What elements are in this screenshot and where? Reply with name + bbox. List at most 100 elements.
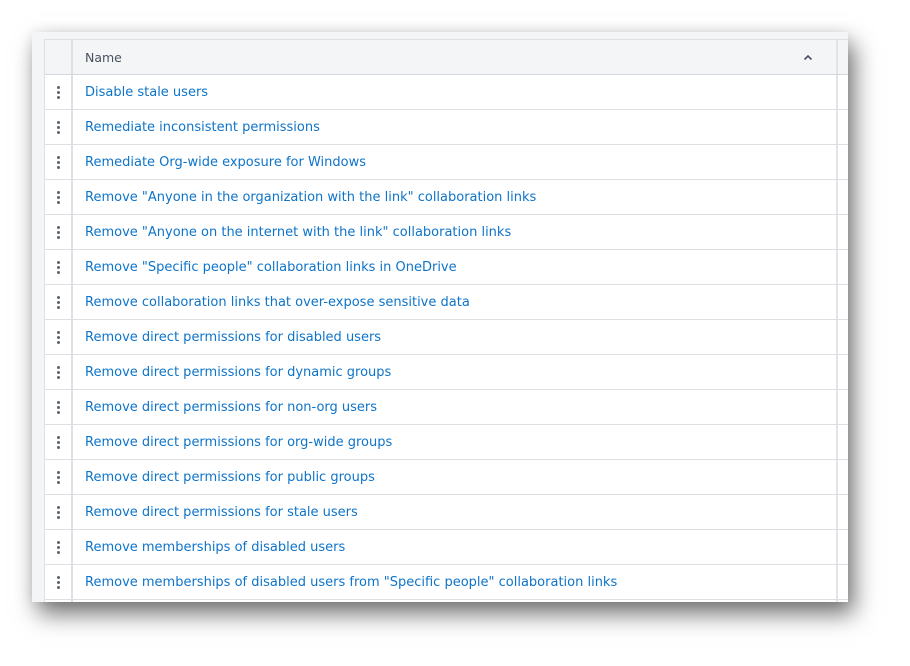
kebab-menu-icon bbox=[56, 260, 60, 274]
row-menu-button[interactable] bbox=[45, 250, 73, 284]
table-row: Remove direct permissions for dynamic gr… bbox=[45, 355, 848, 390]
policies-table: Name Disable stale users Remediate incons… bbox=[44, 39, 848, 602]
row-menu-button[interactable] bbox=[45, 390, 73, 424]
row-extra-cell bbox=[838, 565, 848, 599]
table-header-row: Name bbox=[45, 40, 848, 75]
table-row: Remove memberships of disabled users bbox=[45, 530, 848, 565]
row-menu-button[interactable] bbox=[45, 530, 73, 564]
table-row: Disable stale users bbox=[45, 75, 848, 110]
kebab-menu-icon bbox=[56, 225, 60, 239]
policy-link[interactable]: Remove collaboration links that over-exp… bbox=[85, 295, 470, 310]
policy-link[interactable]: Remove direct permissions for dynamic gr… bbox=[85, 365, 391, 380]
policy-link[interactable]: Remove "Anyone on the internet with the … bbox=[85, 225, 511, 240]
policy-link[interactable]: Remove memberships of disabled users bbox=[85, 540, 345, 555]
row-name-cell: Disable stale users bbox=[73, 75, 838, 109]
policy-link[interactable]: Remediate Org-wide exposure for Windows bbox=[85, 155, 366, 170]
row-extra-cell bbox=[838, 320, 848, 354]
column-header-label: Name bbox=[85, 49, 122, 65]
kebab-menu-icon bbox=[56, 155, 60, 169]
row-extra-cell bbox=[838, 460, 848, 494]
header-extra-cell bbox=[838, 40, 848, 74]
row-extra-cell bbox=[838, 495, 848, 529]
chevron-up-icon[interactable] bbox=[802, 52, 814, 62]
table-row: Remove "Specific people" collaboration l… bbox=[45, 250, 848, 285]
kebab-menu-icon bbox=[56, 470, 60, 484]
table-row: Remove direct permissions for non-org us… bbox=[45, 390, 848, 425]
row-name-cell bbox=[73, 600, 838, 602]
row-extra-cell bbox=[838, 355, 848, 389]
kebab-menu-icon bbox=[56, 540, 60, 554]
row-menu-cell bbox=[45, 600, 73, 602]
row-menu-button[interactable] bbox=[45, 320, 73, 354]
row-extra-cell bbox=[838, 390, 848, 424]
row-menu-button[interactable] bbox=[45, 110, 73, 144]
row-name-cell: Remove "Anyone on the internet with the … bbox=[73, 215, 838, 249]
row-extra-cell bbox=[838, 75, 848, 109]
row-name-cell: Remove direct permissions for disabled u… bbox=[73, 320, 838, 354]
row-menu-button[interactable] bbox=[45, 215, 73, 249]
row-menu-button[interactable] bbox=[45, 565, 73, 599]
row-extra-cell bbox=[838, 285, 848, 319]
row-extra-cell bbox=[838, 145, 848, 179]
policy-link[interactable]: Remove direct permissions for disabled u… bbox=[85, 330, 381, 345]
row-extra-cell bbox=[838, 530, 848, 564]
kebab-menu-icon bbox=[56, 365, 60, 379]
row-menu-button[interactable] bbox=[45, 75, 73, 109]
table-row: Remove "Anyone on the internet with the … bbox=[45, 215, 848, 250]
policy-link[interactable]: Disable stale users bbox=[85, 85, 208, 100]
row-extra-cell bbox=[838, 215, 848, 249]
row-menu-button[interactable] bbox=[45, 285, 73, 319]
header-menu-cell bbox=[45, 40, 73, 74]
table-row: Remove collaboration links that over-exp… bbox=[45, 285, 848, 320]
row-name-cell: Remove direct permissions for public gro… bbox=[73, 460, 838, 494]
row-name-cell: Remediate Org-wide exposure for Windows bbox=[73, 145, 838, 179]
policy-link[interactable]: Remove "Anyone in the organization with … bbox=[85, 190, 536, 205]
table-row: Remediate Org-wide exposure for Windows bbox=[45, 145, 848, 180]
row-extra-cell bbox=[838, 425, 848, 459]
kebab-menu-icon bbox=[56, 575, 60, 589]
row-name-cell: Remove direct permissions for org-wide g… bbox=[73, 425, 838, 459]
kebab-menu-icon bbox=[56, 505, 60, 519]
kebab-menu-icon bbox=[56, 295, 60, 309]
row-name-cell: Remove direct permissions for dynamic gr… bbox=[73, 355, 838, 389]
policy-link[interactable]: Remediate inconsistent permissions bbox=[85, 120, 320, 135]
row-extra-cell bbox=[838, 180, 848, 214]
policy-link[interactable]: Remove direct permissions for non-org us… bbox=[85, 400, 377, 415]
column-header-name[interactable]: Name bbox=[73, 40, 838, 74]
row-extra-cell bbox=[838, 110, 848, 144]
row-name-cell: Remove "Anyone in the organization with … bbox=[73, 180, 838, 214]
row-name-cell: Remediate inconsistent permissions bbox=[73, 110, 838, 144]
kebab-menu-icon bbox=[56, 120, 60, 134]
table-row: Remediate inconsistent permissions bbox=[45, 110, 848, 145]
row-name-cell: Remove direct permissions for non-org us… bbox=[73, 390, 838, 424]
kebab-menu-icon bbox=[56, 85, 60, 99]
table-card: Name Disable stale users Remediate incons… bbox=[32, 32, 848, 602]
row-menu-button[interactable] bbox=[45, 495, 73, 529]
table-row: Remove memberships of disabled users fro… bbox=[45, 565, 848, 600]
row-name-cell: Remove memberships of disabled users fro… bbox=[73, 565, 838, 599]
policy-link[interactable]: Remove direct permissions for org-wide g… bbox=[85, 435, 392, 450]
policy-link[interactable]: Remove direct permissions for public gro… bbox=[85, 470, 375, 485]
row-menu-button[interactable] bbox=[45, 180, 73, 214]
kebab-menu-icon bbox=[56, 435, 60, 449]
row-menu-button[interactable] bbox=[45, 355, 73, 389]
row-name-cell: Remove memberships of disabled users bbox=[73, 530, 838, 564]
kebab-menu-icon bbox=[56, 330, 60, 344]
kebab-menu-icon bbox=[56, 190, 60, 204]
policy-link[interactable]: Remove memberships of disabled users fro… bbox=[85, 575, 617, 590]
row-menu-button[interactable] bbox=[45, 145, 73, 179]
table-row: Remove direct permissions for stale user… bbox=[45, 495, 848, 530]
row-extra-cell bbox=[838, 600, 848, 602]
row-menu-button[interactable] bbox=[45, 425, 73, 459]
table-row: Remove direct permissions for org-wide g… bbox=[45, 425, 848, 460]
row-name-cell: Remove "Specific people" collaboration l… bbox=[73, 250, 838, 284]
table-row: Remove direct permissions for disabled u… bbox=[45, 320, 848, 355]
row-menu-button[interactable] bbox=[45, 460, 73, 494]
kebab-menu-icon bbox=[56, 400, 60, 414]
policy-link[interactable]: Remove "Specific people" collaboration l… bbox=[85, 260, 457, 275]
table-row: Remove direct permissions for public gro… bbox=[45, 460, 848, 495]
row-name-cell: Remove direct permissions for stale user… bbox=[73, 495, 838, 529]
table-row-partial bbox=[45, 600, 848, 602]
policy-link[interactable]: Remove direct permissions for stale user… bbox=[85, 505, 358, 520]
row-name-cell: Remove collaboration links that over-exp… bbox=[73, 285, 838, 319]
